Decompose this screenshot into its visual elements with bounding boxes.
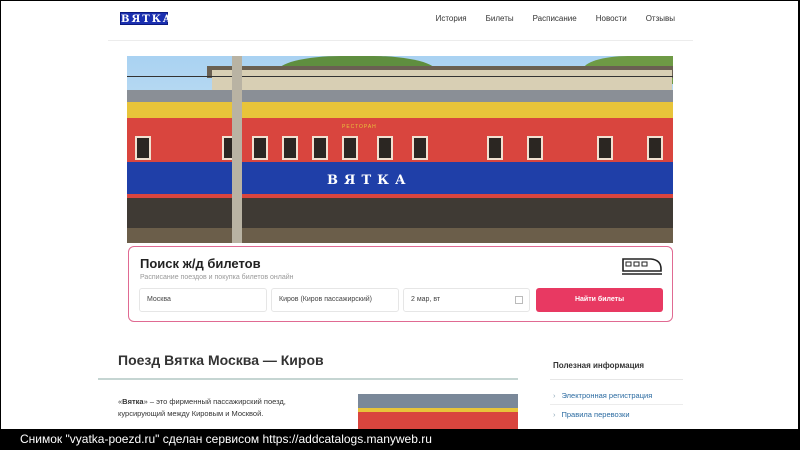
sidebar-title: Полезная информация <box>553 361 645 370</box>
site-header: ВЯТКА История Билеты Расписание Новости … <box>108 1 693 41</box>
hero-train-image: РЕСТОРАН ВЯТКА <box>127 56 673 243</box>
nav-item-news[interactable]: Новости <box>596 14 627 23</box>
title-underline <box>98 378 518 380</box>
date-input[interactable]: 2 мар, вт <box>403 288 530 312</box>
sidebar-divider <box>550 379 683 380</box>
sidebar-item-rules[interactable]: › Правила перевозки <box>553 410 630 419</box>
nav-item-reviews[interactable]: Отзывы <box>646 14 675 23</box>
page-title: Поезд Вятка Москва — Киров <box>118 352 324 368</box>
search-title: Поиск ж/д билетов <box>140 256 261 271</box>
ticket-search-panel: Поиск ж/д билетов Расписание поездов и п… <box>128 246 673 322</box>
from-station-input[interactable]: Москва <box>139 288 267 312</box>
date-value: 2 мар, вт <box>411 296 441 303</box>
car-label: РЕСТОРАН <box>342 124 377 130</box>
find-tickets-button[interactable]: Найти билеты <box>536 288 663 312</box>
page: ВЯТКА История Билеты Расписание Новости … <box>1 1 798 429</box>
intro-paragraph: «Вятка» – это фирменный пассажирский пое… <box>118 397 286 418</box>
nav-item-history[interactable]: История <box>436 14 467 23</box>
train-icon <box>622 258 662 275</box>
train-name-livery: ВЯТКА <box>327 173 412 188</box>
intro-train-name: Вятка <box>122 397 144 406</box>
nav-item-tickets[interactable]: Билеты <box>486 14 514 23</box>
chevron-right-icon: › <box>553 391 556 400</box>
to-station-input[interactable]: Киров (Киров пассажирский) <box>271 288 399 312</box>
article-train-image <box>358 394 518 429</box>
main-nav: История Билеты Расписание Новости Отзывы <box>436 14 675 23</box>
screenshot-credit: Снимок "vyatka-poezd.ru" сделан сервисом… <box>0 430 800 450</box>
site-logo[interactable]: ВЯТКА <box>120 12 171 25</box>
sidebar-item-e-registration[interactable]: › Электронная регистрация <box>553 391 652 400</box>
search-subtitle: Расписание поездов и покупка билетов онл… <box>140 274 294 281</box>
calendar-icon[interactable] <box>515 296 523 304</box>
chevron-right-icon: › <box>553 410 556 419</box>
nav-item-schedule[interactable]: Расписание <box>533 14 577 23</box>
